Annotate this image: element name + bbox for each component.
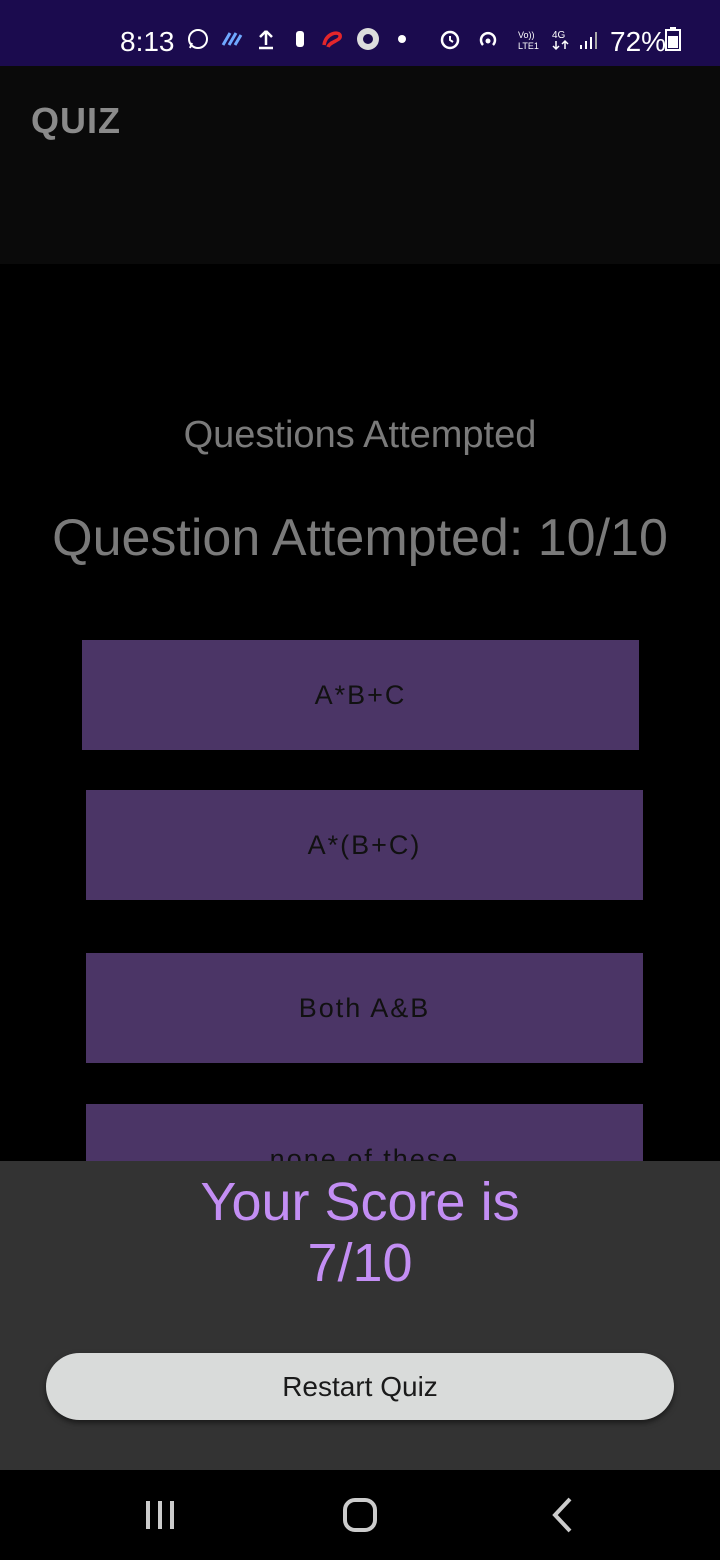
navigation-bar	[0, 1470, 720, 1560]
battery-icon	[665, 27, 681, 51]
svg-text:LTE1: LTE1	[518, 41, 539, 51]
app-icon	[221, 32, 243, 46]
volte-icon: Vo))LTE1	[518, 30, 539, 51]
score-value: 7/10	[307, 1233, 413, 1293]
upload-icon	[259, 30, 273, 50]
alarm-icon	[440, 30, 460, 50]
score-display: Your Score is 7/10	[0, 1172, 720, 1294]
app-title: QUIZ	[31, 100, 121, 141]
option-button-3[interactable]: Both A&B	[86, 953, 643, 1063]
home-icon[interactable]	[337, 1492, 383, 1538]
option-button-1[interactable]: A*B+C	[82, 640, 639, 750]
4g-icon: 4G	[552, 30, 569, 51]
svg-text:4G: 4G	[552, 30, 566, 41]
status-bar: 8:13 Vo)) LTE1 4G 72%	[0, 0, 720, 66]
app-bar: QUIZ	[0, 66, 720, 264]
option-button-2[interactable]: A*(B+C)	[86, 790, 643, 900]
questions-attempted-label: Questions Attempted	[183, 414, 537, 456]
whatsapp-icon	[188, 29, 208, 49]
restart-quiz-button[interactable]: Restart Quiz	[46, 1353, 674, 1420]
media-icon	[357, 28, 379, 50]
hotspot-icon	[479, 31, 497, 46]
battery-percent: 72%	[610, 26, 667, 57]
dot-icon	[398, 35, 406, 43]
score-label: Your Score is	[200, 1172, 520, 1232]
signal-icon	[580, 32, 597, 49]
back-icon[interactable]	[540, 1492, 586, 1538]
notification-icon	[296, 31, 304, 47]
airtel-icon	[322, 31, 342, 48]
status-time: 8:13	[120, 26, 175, 57]
svg-text:Vo)): Vo))	[518, 30, 535, 40]
attempted-count: Question Attempted: 10/10	[52, 509, 668, 567]
recents-icon[interactable]	[137, 1492, 183, 1538]
